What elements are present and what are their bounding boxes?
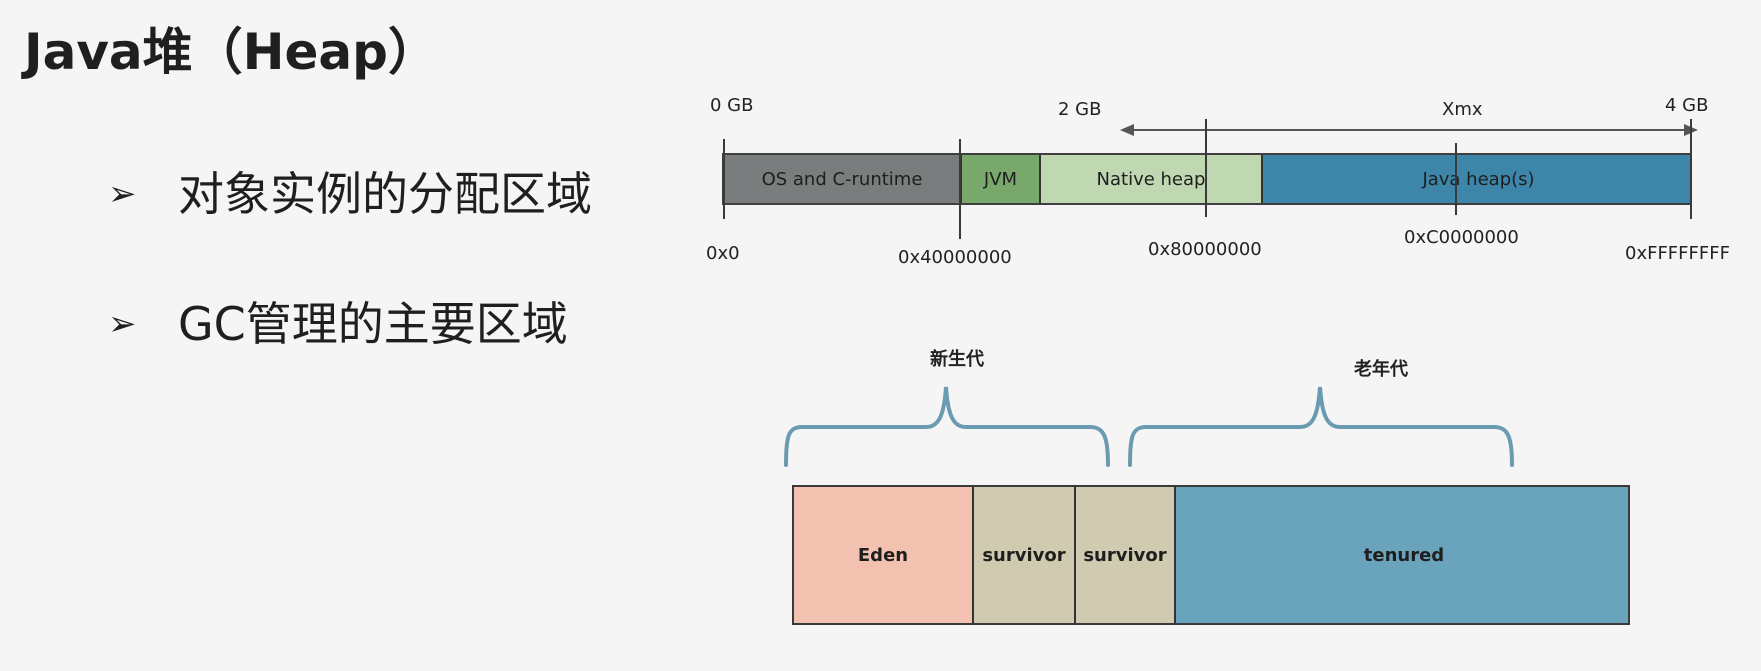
bullet-text: 对象实例的分配区域	[178, 167, 592, 221]
segment-native-heap: Native heap	[1041, 155, 1263, 203]
label-xmx: Xmx	[1442, 99, 1483, 120]
memory-address-diagram: 0 GB 2 GB Xmx 4 GB OS and C-runtime JVM …	[690, 95, 1750, 285]
young-generation-label: 新生代	[930, 349, 984, 370]
address-0x80000000: 0x80000000	[1148, 239, 1262, 260]
segment-tenured: tenured	[1176, 487, 1628, 623]
address-0xFFFFFFFF: 0xFFFFFFFF	[1625, 243, 1730, 264]
segment-eden: Eden	[794, 487, 974, 623]
bullet-text: GC管理的主要区域	[178, 297, 568, 351]
old-generation-label: 老年代	[1354, 359, 1408, 380]
address-0x0: 0x0	[706, 243, 740, 264]
heap-bar: Eden survivor survivor tenured	[792, 485, 1630, 625]
bullet-item: ➢ GC管理的主要区域	[108, 295, 592, 353]
segment-java-heap: Java heap(s)	[1263, 155, 1690, 203]
segment-survivor-to: survivor	[1076, 487, 1176, 623]
tick-0x40000000	[959, 139, 961, 239]
tick-0x0	[723, 139, 725, 219]
arrow-bullet-icon: ➢	[108, 174, 137, 214]
segment-jvm: JVM	[962, 155, 1041, 203]
arrow-bullet-icon: ➢	[108, 304, 137, 344]
label-4-gb: 4 GB	[1665, 95, 1709, 116]
segment-survivor-from: survivor	[974, 487, 1076, 623]
tick-0x80000000	[1205, 119, 1207, 217]
xmx-arrow-left-icon	[1120, 124, 1134, 136]
address-0xC0000000: 0xC0000000	[1404, 227, 1519, 248]
old-generation-brace	[1128, 386, 1514, 467]
label-0-gb: 0 GB	[710, 95, 754, 116]
memory-bar: OS and C-runtime JVM Native heap Java he…	[722, 153, 1692, 205]
label-2-gb: 2 GB	[1058, 99, 1102, 120]
young-generation-brace	[784, 386, 1110, 467]
segment-os-c-runtime: OS and C-runtime	[724, 155, 962, 203]
address-0x40000000: 0x40000000	[898, 247, 1012, 268]
heap-generation-diagram: 新生代 老年代 Eden survivor survivor tenured	[780, 345, 1640, 645]
bullet-item: ➢ 对象实例的分配区域	[108, 165, 592, 223]
tick-0xC0000000	[1455, 143, 1457, 215]
page-title: Java堆（Heap）	[24, 23, 438, 81]
xmx-arrow-line	[1132, 129, 1684, 131]
bullet-list: ➢ 对象实例的分配区域 ➢ GC管理的主要区域	[108, 165, 592, 425]
tick-0xFFFFFFFF	[1690, 119, 1692, 219]
